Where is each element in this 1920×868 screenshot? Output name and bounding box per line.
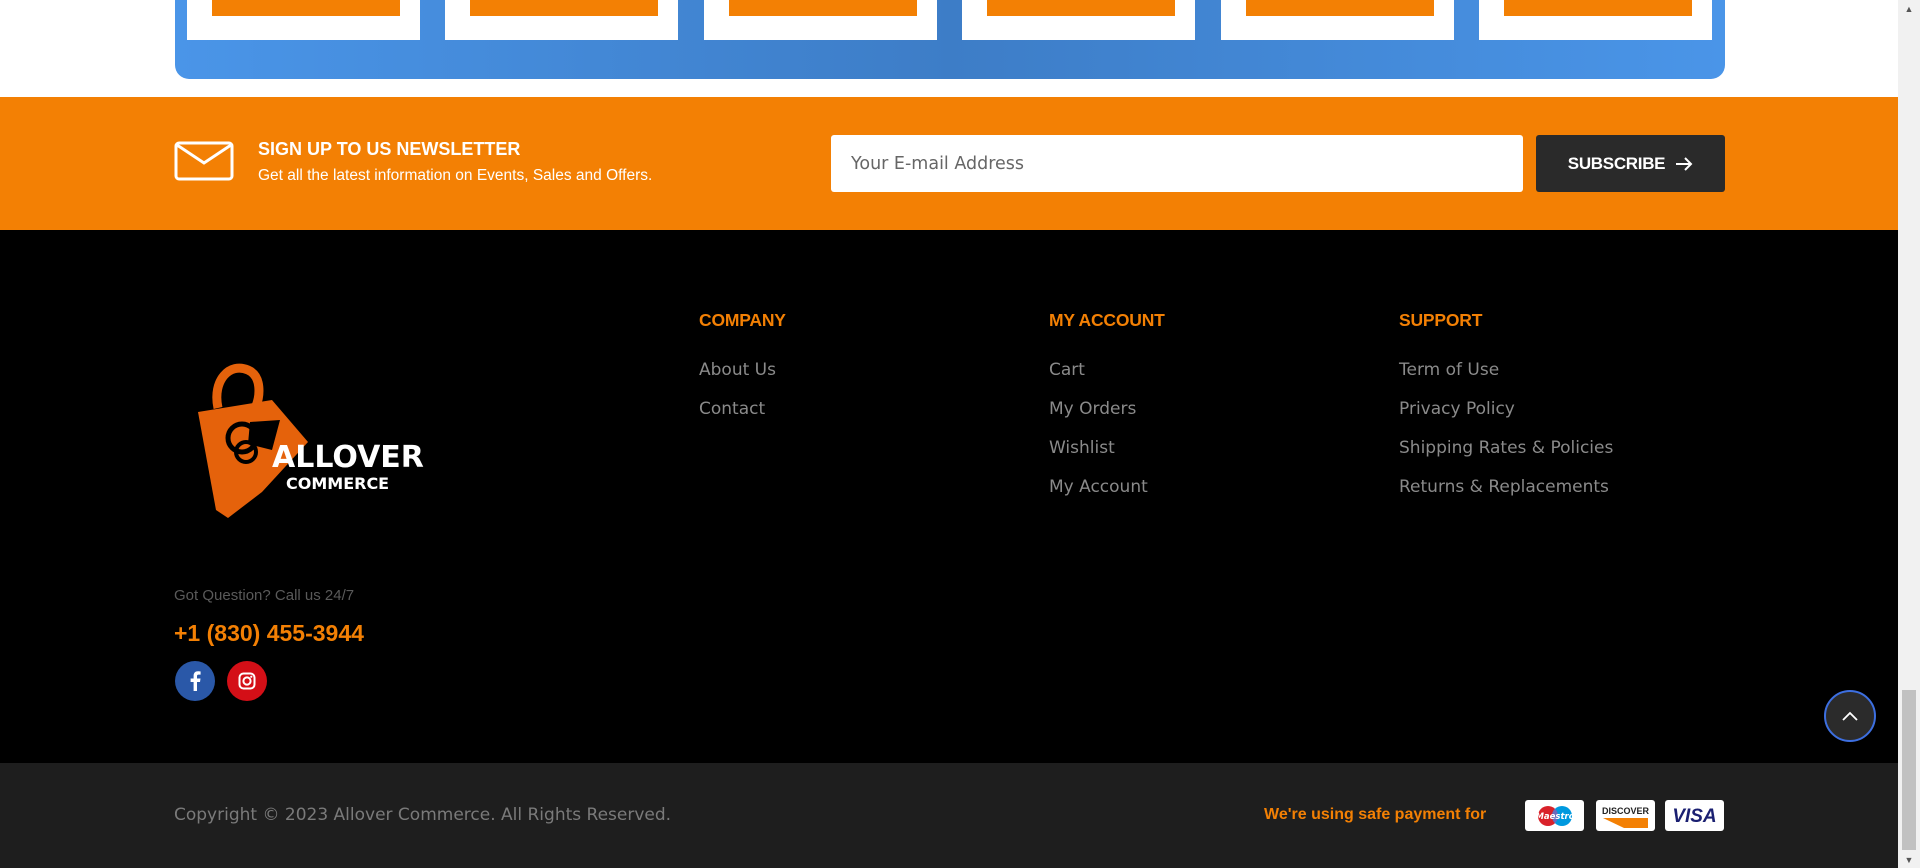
newsletter-bar: SIGN UP TO US NEWSLETTER Get all the lat…: [0, 97, 1898, 230]
support-title: SUPPORT: [1399, 310, 1483, 330]
scroll-up-arrow[interactable]: ▲: [1898, 0, 1920, 17]
top-section: [0, 0, 1898, 97]
account-column: MY ACCOUNT Cart My Orders Wishlist My Ac…: [1049, 310, 1165, 516]
product-card[interactable]: [704, 0, 937, 40]
card-button[interactable]: [470, 0, 658, 16]
newsletter-subtitle: Get all the latest information on Events…: [258, 167, 653, 184]
subscribe-button[interactable]: SUBSCRIBE: [1536, 135, 1725, 192]
product-card[interactable]: [445, 0, 678, 40]
support-column: SUPPORT Term of Use Privacy Policy Shipp…: [1399, 310, 1613, 516]
contact-question: Got Question? Call us 24/7: [174, 587, 355, 604]
link-privacy[interactable]: Privacy Policy: [1399, 399, 1613, 420]
svg-text:ALLOVER: ALLOVER: [272, 440, 424, 475]
maestro-icon: Maestro: [1525, 800, 1584, 831]
visa-label: VISA: [1672, 806, 1716, 827]
brand-logo[interactable]: ALLOVER COMMERCE: [190, 360, 430, 525]
link-wishlist[interactable]: Wishlist: [1049, 438, 1165, 459]
company-title: COMPANY: [699, 310, 786, 330]
card-button[interactable]: [212, 0, 400, 16]
maestro-label: Maestro: [1535, 812, 1574, 822]
product-card[interactable]: [1221, 0, 1454, 40]
page: SIGN UP TO US NEWSLETTER Get all the lat…: [0, 0, 1920, 868]
discover-label: DISCOVER: [1602, 806, 1650, 816]
arrow-right-icon: [1676, 156, 1693, 171]
product-carousel-panel: [175, 0, 1725, 79]
account-title: MY ACCOUNT: [1049, 310, 1165, 330]
product-card[interactable]: [962, 0, 1195, 40]
contact-phone[interactable]: +1 (830) 455-3944: [174, 620, 364, 647]
copyright-text: Copyright © 2023 Allover Commerce. All R…: [174, 805, 672, 825]
link-about-us[interactable]: About Us: [699, 360, 786, 381]
chevron-up-icon: [1842, 711, 1858, 721]
card-button[interactable]: [987, 0, 1175, 16]
back-to-top-button[interactable]: [1824, 690, 1876, 742]
card-button[interactable]: [1504, 0, 1692, 16]
visa-icon: VISA: [1665, 800, 1724, 831]
link-terms[interactable]: Term of Use: [1399, 360, 1613, 381]
page-scrollbar[interactable]: ▲ ▼: [1898, 0, 1920, 868]
footer: ALLOVER COMMERCE Got Question? Call us 2…: [0, 230, 1898, 763]
svg-text:COMMERCE: COMMERCE: [286, 474, 389, 493]
product-card[interactable]: [1479, 0, 1712, 40]
link-my-orders[interactable]: My Orders: [1049, 399, 1165, 420]
facebook-icon[interactable]: [175, 661, 215, 701]
link-my-account[interactable]: My Account: [1049, 477, 1165, 498]
card-button[interactable]: [729, 0, 917, 16]
scroll-down-arrow[interactable]: ▼: [1898, 851, 1920, 868]
product-card[interactable]: [187, 0, 420, 40]
bottom-bar: Copyright © 2023 Allover Commerce. All R…: [0, 763, 1898, 868]
link-contact[interactable]: Contact: [699, 399, 786, 420]
subscribe-label: SUBSCRIBE: [1567, 153, 1666, 173]
link-cart[interactable]: Cart: [1049, 360, 1165, 381]
card-button[interactable]: [1246, 0, 1434, 16]
instagram-icon[interactable]: [227, 661, 267, 701]
newsletter-title: SIGN UP TO US NEWSLETTER: [258, 139, 521, 159]
safe-payment-text: We're using safe payment for: [1264, 806, 1487, 823]
email-input[interactable]: [831, 135, 1523, 192]
scrollbar-thumb[interactable]: [1902, 690, 1916, 850]
discover-icon: DISCOVER: [1596, 800, 1655, 831]
link-shipping[interactable]: Shipping Rates & Policies: [1399, 438, 1613, 459]
company-column: COMPANY About Us Contact: [699, 310, 786, 438]
envelope-icon: [174, 141, 234, 181]
link-returns[interactable]: Returns & Replacements: [1399, 477, 1613, 498]
